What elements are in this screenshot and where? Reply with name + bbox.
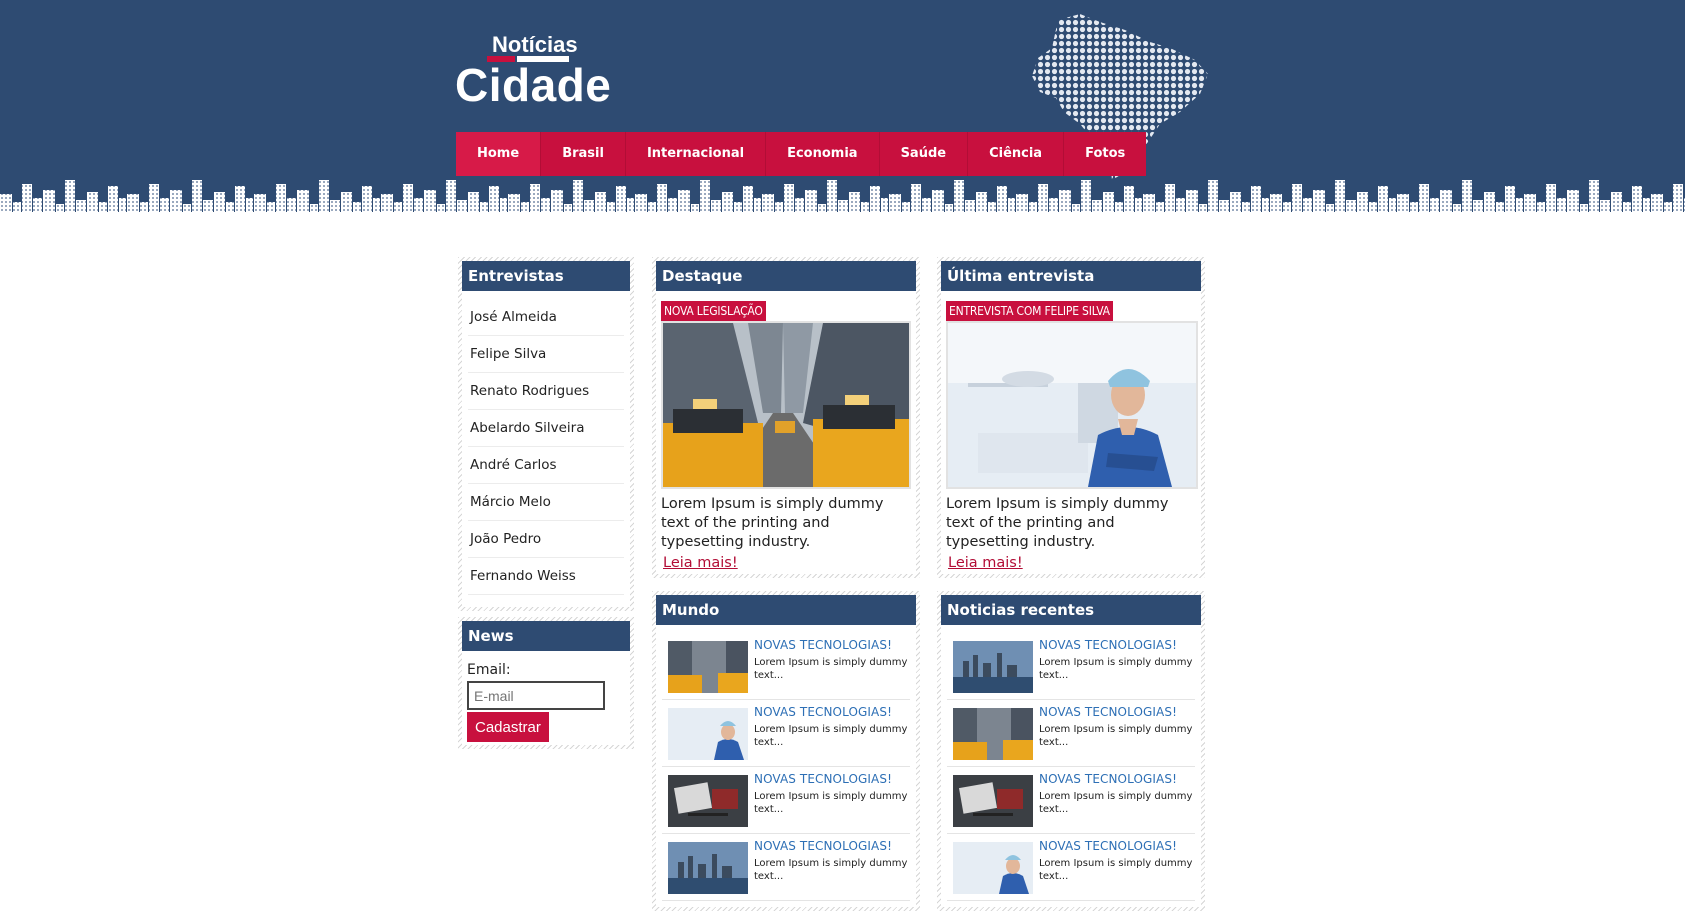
destaque-title: Destaque xyxy=(656,261,916,291)
news-item-desc: Lorem Ipsum is simply dummy text... xyxy=(1039,858,1193,882)
news-item-title: NOVAS TECNOLOGIAS! xyxy=(754,638,892,652)
city-taxis-image xyxy=(663,323,909,487)
entrevistas-panel: Entrevistas José Almeida Felipe Silva Re… xyxy=(458,257,634,611)
news-item-title: NOVAS TECNOLOGIAS! xyxy=(754,839,892,853)
list-item[interactable]: NOVAS TECNOLOGIAS! Lorem Ipsum is simply… xyxy=(662,834,910,901)
site-header: Notícias Cidade Home Brasil Internaciona… xyxy=(0,0,1685,225)
nav-item-home[interactable]: Home xyxy=(456,132,542,176)
news-item-desc: Lorem Ipsum is simply dummy text... xyxy=(1039,791,1193,815)
news-item-desc: Lorem Ipsum is simply dummy text... xyxy=(754,791,908,815)
list-item[interactable]: André Carlos xyxy=(468,447,624,484)
destaque-text: Lorem Ipsum is simply dummy text of the … xyxy=(661,496,884,550)
list-item[interactable]: NOVAS TECNOLOGIAS! Lorem Ipsum is simply… xyxy=(662,767,910,834)
city-taxis-photo[interactable] xyxy=(661,321,911,489)
list-item[interactable]: José Almeida xyxy=(468,299,624,336)
list-item[interactable]: João Pedro xyxy=(468,521,624,558)
skyline-thumbnail xyxy=(668,842,748,894)
ultima-read-more-link[interactable]: Leia mais! xyxy=(948,555,1023,571)
news-item-desc: Lorem Ipsum is simply dummy text... xyxy=(1039,724,1193,748)
news-item-title: NOVAS TECNOLOGIAS! xyxy=(1039,839,1177,853)
list-item[interactable]: Felipe Silva xyxy=(468,336,624,373)
nav-item-ciencia[interactable]: Ciência xyxy=(968,132,1065,176)
news-item-title: NOVAS TECNOLOGIAS! xyxy=(754,772,892,786)
site-logo[interactable]: Notícias Cidade xyxy=(455,30,625,111)
list-item[interactable]: NOVAS TECNOLOGIAS! Lorem Ipsum is simply… xyxy=(662,633,910,700)
doctor-thumbnail xyxy=(668,708,748,760)
news-item-desc: Lorem Ipsum is simply dummy text... xyxy=(754,724,908,748)
mundo-news-list: NOVAS TECNOLOGIAS! Lorem Ipsum is simply… xyxy=(656,625,916,901)
list-item[interactable]: NOVAS TECNOLOGIAS! Lorem Ipsum is simply… xyxy=(947,633,1195,700)
skyline-thumbnail xyxy=(953,641,1033,693)
noticias-recentes-panel: Noticias recentes NOVAS TECNOLOGIAS! Lor… xyxy=(937,591,1205,911)
doctor-thumbnail xyxy=(953,842,1033,894)
doctor-image xyxy=(948,323,1196,487)
list-item[interactable]: NOVAS TECNOLOGIAS! Lorem Ipsum is simply… xyxy=(947,767,1195,834)
email-field[interactable] xyxy=(467,681,605,710)
news-item-title: NOVAS TECNOLOGIAS! xyxy=(1039,638,1177,652)
news-item-title: NOVAS TECNOLOGIAS! xyxy=(1039,705,1177,719)
news-signup-panel: News Email: Cadastrar xyxy=(458,617,634,749)
entrevistas-list: José Almeida Felipe Silva Renato Rodrigu… xyxy=(468,299,624,595)
news-item-desc: Lorem Ipsum is simply dummy text... xyxy=(1039,657,1193,681)
desk-thumbnail xyxy=(953,775,1033,827)
list-item[interactable]: NOVAS TECNOLOGIAS! Lorem Ipsum is simply… xyxy=(662,700,910,767)
list-item[interactable]: Abelardo Silveira xyxy=(468,410,624,447)
ultima-entrevista-panel: Última entrevista ENTREVISTA COM FELIPE … xyxy=(937,257,1205,578)
main-nav: Home Brasil Internacional Economia Saúde… xyxy=(456,132,1147,176)
list-item[interactable]: Renato Rodrigues xyxy=(468,373,624,410)
desk-thumbnail xyxy=(668,775,748,827)
news-item-title: NOVAS TECNOLOGIAS! xyxy=(754,705,892,719)
doctor-photo[interactable] xyxy=(946,321,1198,489)
news-title: News xyxy=(462,621,630,651)
nav-item-economia[interactable]: Economia xyxy=(766,132,880,176)
destaque-tag: NOVA LEGISLAÇÃO xyxy=(661,301,766,321)
list-item[interactable]: NOVAS TECNOLOGIAS! Lorem Ipsum is simply… xyxy=(947,700,1195,767)
nav-item-brasil[interactable]: Brasil xyxy=(541,132,626,176)
email-label: Email: xyxy=(467,662,511,678)
mundo-panel: Mundo NOVAS TECNOLOGIAS! Lorem Ipsum is … xyxy=(652,591,920,911)
nav-item-internacional[interactable]: Internacional xyxy=(626,132,767,176)
list-item[interactable]: Márcio Melo xyxy=(468,484,624,521)
ultima-tag: ENTREVISTA COM FELIPE SILVA xyxy=(946,301,1113,321)
header-bottom-strip xyxy=(0,212,1685,225)
taxi-thumbnail xyxy=(953,708,1033,760)
recentes-news-list: NOVAS TECNOLOGIAS! Lorem Ipsum is simply… xyxy=(941,625,1201,901)
taxi-thumbnail xyxy=(668,641,748,693)
logo-small-text: Notícias xyxy=(492,32,578,57)
news-item-title: NOVAS TECNOLOGIAS! xyxy=(1039,772,1177,786)
ultima-text: Lorem Ipsum is simply dummy text of the … xyxy=(946,496,1169,550)
destaque-panel: Destaque NOVA LEGISLAÇÃO Lorem Ipsum is … xyxy=(652,257,920,578)
news-item-desc: Lorem Ipsum is simply dummy text... xyxy=(754,657,908,681)
recentes-title: Noticias recentes xyxy=(941,595,1201,625)
ultima-title: Última entrevista xyxy=(941,261,1201,291)
nav-item-saude[interactable]: Saúde xyxy=(880,132,969,176)
news-item-desc: Lorem Ipsum is simply dummy text... xyxy=(754,858,908,882)
nav-item-fotos[interactable]: Fotos xyxy=(1064,132,1146,176)
destaque-read-more-link[interactable]: Leia mais! xyxy=(663,555,738,571)
list-item[interactable]: NOVAS TECNOLOGIAS! Lorem Ipsum is simply… xyxy=(947,834,1195,901)
list-item[interactable]: Fernando Weiss xyxy=(468,558,624,595)
logo-big-text: Cidade xyxy=(455,59,612,111)
mundo-title: Mundo xyxy=(656,595,916,625)
entrevistas-title: Entrevistas xyxy=(462,261,630,291)
subscribe-button[interactable]: Cadastrar xyxy=(467,712,549,742)
